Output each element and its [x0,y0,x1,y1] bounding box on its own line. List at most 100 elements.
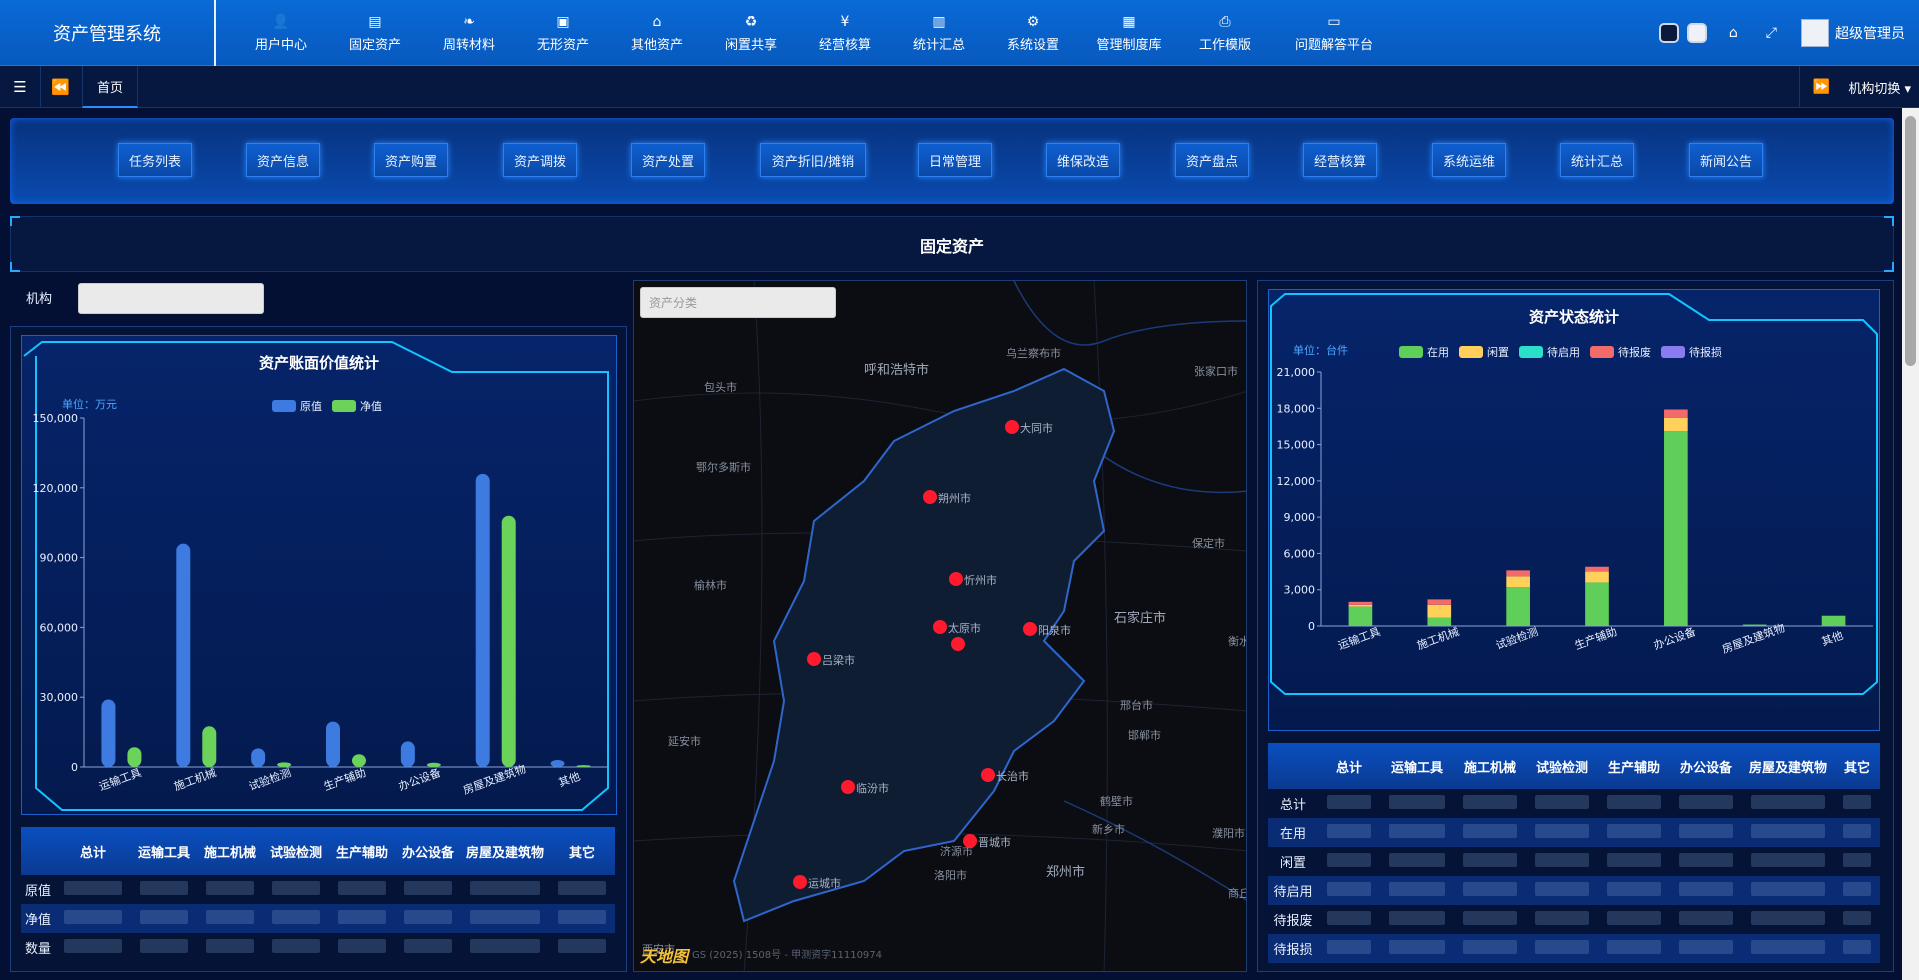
quick-button-4[interactable]: 资产处置 [631,143,705,177]
blurred-value [1380,823,1454,842]
quick-button-9[interactable]: 经营核算 [1303,143,1377,177]
blurred-value [1526,910,1598,929]
blurred-value [1318,823,1380,842]
quick-button-12[interactable]: 新闻公告 [1689,143,1763,177]
map-marker[interactable] [1005,420,1019,434]
redacted-cell [1843,939,1871,954]
blurred-value [1454,823,1526,842]
avatar[interactable] [1801,19,1829,47]
column-header: 其它 [1843,760,1870,776]
bar-segment [1664,409,1688,418]
user-name[interactable]: 超级管理员 [1835,23,1905,43]
map-marker[interactable] [923,490,937,504]
light-theme-toggle[interactable] [1686,23,1707,43]
blurred-value [1526,881,1598,900]
x-tick-label: 其他 [557,770,582,790]
org-input[interactable] [78,283,264,314]
fullscreen-icon[interactable]: ⤢ [1766,25,1777,41]
status-table: 总计 运输工具 施工机械 试验检测 生产辅助 办公设备 房屋及建筑物 其它 总计 在用 闲置 待启用待… [1268,743,1880,969]
menu-item-4[interactable]: ⌂ 其他资产 [610,0,704,66]
y-tick-label: 21,000 [1277,366,1316,379]
bar-segment [1585,566,1609,572]
quick-button-2[interactable]: 资产购置 [374,143,448,177]
redacted-cell [1327,881,1371,896]
map-marker-label: 长治市 [996,770,1029,783]
menu-item-3[interactable]: ▣ 无形资产 [516,0,610,66]
blurred-value [1526,794,1598,813]
blurred-value [1454,852,1526,871]
map-marker[interactable] [793,875,807,889]
org-switch-dropdown[interactable]: 机构切换 ▾ [1842,78,1919,97]
map-marker[interactable] [807,652,821,666]
book-value-table: 总计 运输工具 施工机械 试验检测 生产辅助 办公设备 房屋及建筑物 其它 原值 净值 数量 [21,827,617,967]
map-marker[interactable] [981,768,995,782]
blurred-value [1742,910,1834,929]
quick-button-0[interactable]: 任务列表 [118,143,192,177]
tab-home[interactable]: 首页 [82,66,138,108]
bar [400,741,415,767]
top-right-tools: ⌂ ⤢ 超级管理员 [1658,0,1919,66]
shanxi-asset-map[interactable]: 资产分类 呼和浩特市 乌兰察布市包头市 张家口市鄂尔多斯市保定市榆林市石家庄市衡水延… [633,280,1247,972]
redacted-cell [140,938,188,953]
redacted-cell [338,909,386,924]
map-city-label: 乌兰察布市 [1006,347,1061,360]
blurred-value [1742,823,1834,842]
scrollbar-thumb[interactable] [1905,116,1916,366]
quick-button-5[interactable]: 资产折旧/摊销 [760,143,866,177]
quick-button-7[interactable]: 维保改造 [1046,143,1120,177]
menu-item-8[interactable]: ⚙ 系统设置 [986,0,1080,66]
map-marker[interactable] [841,780,855,794]
map-marker[interactable] [1023,622,1037,636]
menu-item-7[interactable]: ▥ 统计汇总 [892,0,986,66]
asset-category-input[interactable]: 资产分类 [640,287,836,318]
quick-button-11[interactable]: 统计汇总 [1560,143,1634,177]
bar-chart-icon: ▥ [932,14,946,30]
y-tick-label: 0 [1308,620,1315,633]
map-marker[interactable] [951,637,965,651]
table-row: 总计 [1268,789,1880,818]
menu-item-label: 固定资产 [348,38,401,53]
quick-button-3[interactable]: 资产调拨 [503,143,577,177]
bar-segment [1742,624,1767,626]
map-marker-label: 晋城市 [978,836,1011,849]
menu-item-6[interactable]: ¥ 经营核算 [798,0,892,66]
blurred-value [1598,881,1670,900]
bank-icon: ⌂ [652,14,662,30]
redacted-cell [140,909,188,924]
tab-scroll-right-icon[interactable]: ⏩ [1800,79,1842,95]
blurred-value [1834,910,1880,929]
x-tick-label: 其他 [1820,629,1845,649]
menu-item-2[interactable]: ❧ 周转材料 [422,0,516,66]
dark-theme-toggle[interactable] [1658,23,1679,43]
menu-item-5[interactable]: ♻ 闲置共享 [704,0,798,66]
menu-item-10[interactable]: ⎙ 工作模版 [1178,0,1272,66]
menu-item-label: 系统设置 [1006,38,1059,53]
menu-item-0[interactable]: 👤 用户中心 [234,0,328,66]
y-tick-label: 3,000 [1284,584,1316,597]
quick-button-10[interactable]: 系统运维 [1432,143,1506,177]
redacted-cell [1327,794,1371,809]
map-city-label: 鹤壁市 [1100,795,1133,808]
menu-item-1[interactable]: ▤ 固定资产 [328,0,422,66]
menu-item-11[interactable]: ▭ 问题解答平台 [1272,0,1396,66]
page-scrollbar[interactable] [1902,108,1919,980]
redacted-cell [1607,881,1661,896]
map-marker[interactable] [963,834,977,848]
blurred-value [1454,910,1526,929]
column-header: 试验检测 [269,845,322,861]
quick-button-8[interactable]: 资产盘点 [1175,143,1249,177]
bar-segment [1427,604,1452,618]
map-marker[interactable] [949,572,963,586]
redacted-cell [206,938,254,953]
map-marker[interactable] [933,620,947,634]
sidebar-toggle-icon[interactable]: ☰ [0,66,40,108]
redacted-cell [558,880,606,895]
column-header: 办公设备 [1679,760,1732,776]
quick-button-1[interactable]: 资产信息 [246,143,320,177]
column-header: 其它 [568,845,595,861]
blurred-value [1742,939,1834,958]
home-icon[interactable]: ⌂ [1729,25,1738,41]
tab-scroll-left-icon[interactable]: ⏪ [40,66,80,108]
quick-button-6[interactable]: 日常管理 [918,143,992,177]
menu-item-9[interactable]: ▦ 管理制度库 [1080,0,1178,66]
